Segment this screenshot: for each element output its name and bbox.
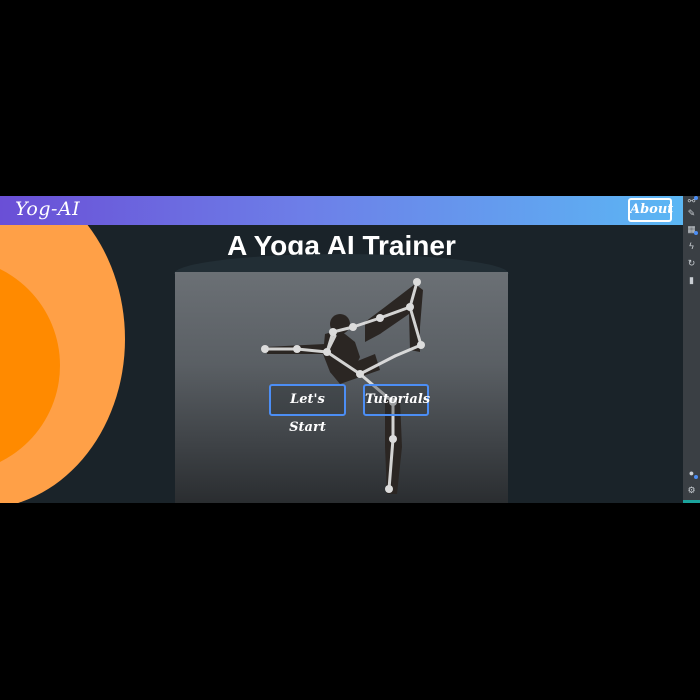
about-button[interactable]: About <box>628 198 673 222</box>
devtools-status-bar <box>683 500 700 503</box>
tutorials-button[interactable]: Tutorials <box>363 384 430 416</box>
notification-dot <box>694 231 698 235</box>
refresh-icon[interactable]: ↻ <box>686 258 697 269</box>
notification-dot <box>694 196 698 200</box>
lets-start-button[interactable]: Let's Start <box>269 384 346 435</box>
hero-image: Let's Start Tutorials <box>175 272 508 503</box>
app-screen: Yog-AI About A Yoga AI Trainer Let's Sta… <box>0 196 700 503</box>
bolt-icon[interactable]: ϟ <box>686 241 697 252</box>
navbar: Yog-AI About <box>0 196 683 225</box>
settings-icon[interactable]: ⚙ <box>686 485 697 496</box>
notification-dot <box>694 475 698 479</box>
chart-icon[interactable]: ▮ <box>686 275 697 286</box>
devtools-sidebar: ⚯ ✎ ▦ ϟ ↻ ▮ ● ⚙ <box>683 196 700 503</box>
brand-logo[interactable]: Yog-AI <box>15 198 80 220</box>
paint-icon[interactable]: ✎ <box>686 208 697 219</box>
